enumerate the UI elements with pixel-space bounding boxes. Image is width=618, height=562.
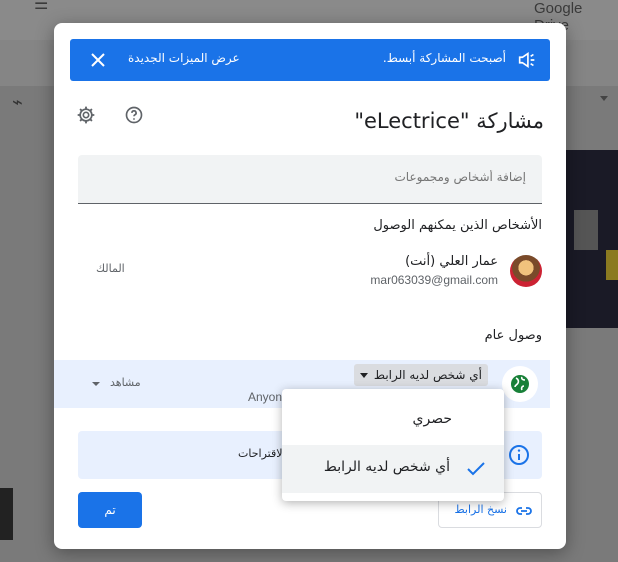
megaphone-icon (518, 52, 535, 68)
menu-item-label: حصري (412, 411, 452, 427)
banner-message: أصبحت المشاركة أبسط. (382, 51, 506, 65)
info-icon (509, 445, 529, 465)
person-row: عمار العلي (أنت) mar063039@gmail.com الم… (54, 251, 566, 291)
chevron-down-icon (92, 382, 100, 386)
role-value: مشاهد (110, 376, 141, 389)
dialog-title: مشاركة "eLectrice" (354, 109, 544, 133)
menu-item-restricted[interactable]: حصري (282, 397, 504, 445)
caret-down-icon (359, 373, 368, 378)
access-description: Anyon (248, 390, 283, 404)
globe-badge (502, 366, 538, 402)
avatar (510, 255, 542, 287)
file-thumbnail (566, 150, 618, 328)
general-access-heading: وصول عام (484, 328, 542, 343)
owner-role: المالك (96, 262, 125, 275)
menu-item-anyone-with-link[interactable]: أي شخص لديه الرابط (282, 445, 504, 493)
done-button[interactable]: تم (78, 492, 142, 528)
globe-icon (511, 375, 529, 393)
help-icon[interactable] (124, 105, 144, 125)
link-icon[interactable]: ⌁ (12, 92, 23, 113)
person-email: mar063039@gmail.com (370, 273, 498, 287)
close-icon[interactable] (90, 52, 106, 68)
link-access-value: أي شخص لديه الرابط (373, 368, 482, 382)
link-access-select[interactable]: أي شخص لديه الرابط (353, 364, 488, 386)
link-access-menu: حصري أي شخص لديه الرابط (282, 389, 504, 501)
menu-item-label: أي شخص لديه الرابط (323, 459, 450, 475)
background-panel (0, 488, 13, 540)
tune-icon[interactable]: ☰ (34, 0, 54, 14)
check-icon (467, 462, 485, 476)
copy-link-label: نسخ الرابط (454, 503, 507, 516)
link-icon (516, 507, 532, 515)
info-text: الاقتراحات (238, 447, 286, 460)
new-features-link[interactable]: عرض الميزات الجديدة (128, 51, 240, 65)
chevron-down-icon[interactable] (600, 96, 608, 101)
add-people-field[interactable] (78, 155, 542, 204)
add-people-input[interactable] (104, 169, 528, 185)
feature-banner: أصبحت المشاركة أبسط. عرض الميزات الجديدة (70, 39, 550, 81)
people-with-access-heading: الأشخاص الذين يمكنهم الوصول (373, 218, 542, 233)
gear-icon[interactable] (76, 105, 96, 125)
person-name: عمار العلي (أنت) (405, 254, 498, 269)
